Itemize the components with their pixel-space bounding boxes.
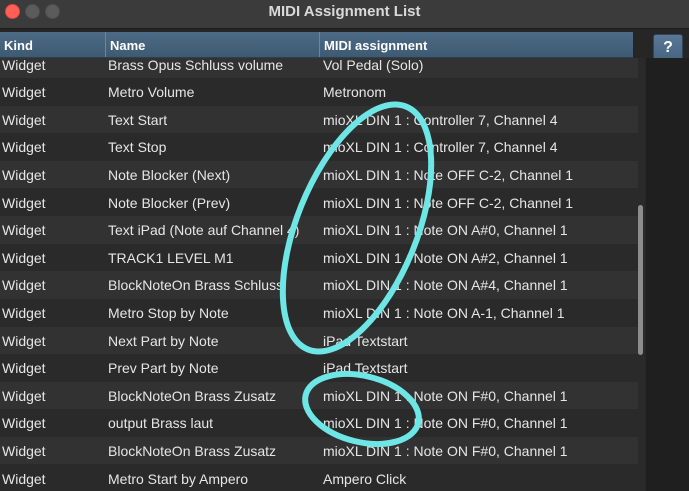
row-midi-assignment: mioXL DIN 1 : Note ON F#0, Channel 1 <box>323 415 568 432</box>
row-midi-assignment: mioXL DIN 1 : Note ON A-1, Channel 1 <box>323 304 565 321</box>
row-name: Metro Volume <box>108 84 195 101</box>
row-name: TRACK1 LEVEL M1 <box>108 249 234 266</box>
row-kind: Widget <box>2 139 46 156</box>
row-name: Brass Opus Schluss volume <box>108 58 284 73</box>
row-midi-assignment: mioXL DIN 1 : Note ON F#0, Channel 1 <box>323 387 568 404</box>
help-button[interactable]: ? <box>653 34 683 61</box>
row-name: Note Blocker (Next) <box>108 166 231 183</box>
row-midi-assignment: Ampero Click <box>323 470 407 487</box>
table-row[interactable]: Widget Text Start mioXL DIN 1 : Controller… <box>0 105 638 134</box>
table-row[interactable]: Widget Metro Volume Metronom <box>0 78 638 106</box>
row-name: Text Start <box>108 111 168 128</box>
row-name: Note Blocker (Prev) <box>108 194 231 211</box>
row-name: BlockNoteOn Brass Zusatz <box>108 387 277 404</box>
row-midi-assignment: mioXL DIN 1 : Controller 7, Channel 4 <box>323 139 558 156</box>
row-midi-assignment: iPad Textstart <box>323 360 408 377</box>
row-name: Metro Stop by Note <box>108 304 229 321</box>
row-midi-assignment: mioXL DIN 1 : Note ON A#2, Channel 1 <box>323 249 568 266</box>
scrollbar-thumb[interactable] <box>638 205 643 355</box>
row-name: output Brass laut <box>108 415 214 432</box>
table-row[interactable]: Widget Text Stop mioXL DIN 1 : Controller … <box>0 133 638 161</box>
table-row[interactable]: Widget BlockNoteOn Brass Zusatz mioXL DIN … <box>0 381 638 410</box>
table-row[interactable]: Widget output Brass laut mioXL DIN 1 : Not… <box>0 409 638 437</box>
row-midi-assignment: mioXL DIN 1 : Controller 7, Channel 4 <box>323 111 558 128</box>
row-kind: Widget <box>2 304 46 321</box>
row-kind: Widget <box>2 415 46 432</box>
row-name: Next Part by Note <box>108 332 219 349</box>
row-name: BlockNoteOn Brass Schluss <box>108 277 284 294</box>
column-header-midi[interactable]: MIDI assignment <box>320 32 633 57</box>
row-kind: Widget <box>2 332 46 349</box>
table-row[interactable]: Widget Prev Part by Note iPad Textstart <box>0 354 638 382</box>
row-midi-assignment: mioXL DIN 1 : Note OFF C-2, Channel 1 <box>323 194 574 211</box>
table-row[interactable]: Widget Brass Opus Schluss volume Vol Pedal… <box>0 58 638 79</box>
table-row[interactable]: Widget BlockNoteOn Brass Schluss mioXL DIN… <box>0 271 638 299</box>
assignment-table[interactable]: Widget Brass Opus Schluss volume Vol Pedal… <box>0 58 645 491</box>
table-row[interactable]: Widget Metro Stop by Note mioXL DIN 1 : No… <box>0 298 638 327</box>
table-row[interactable]: Widget Next Part by Note iPad Textstart <box>0 326 638 355</box>
row-midi-assignment: mioXL DIN 1 : Note ON A#0, Channel 1 <box>323 222 568 239</box>
row-kind: Widget <box>2 387 46 404</box>
row-midi-assignment: iPad Textstart <box>323 332 408 349</box>
table-header: Kind Name MIDI assignment <box>0 32 633 58</box>
window-title: MIDI Assignment List <box>268 3 421 20</box>
row-kind: Widget <box>2 277 46 294</box>
row-midi-assignment: mioXL DIN 1 : Note OFF C-2, Channel 1 <box>323 166 574 183</box>
row-kind: Widget <box>2 470 46 487</box>
row-name: Text Stop <box>108 139 167 156</box>
table-row[interactable]: Widget Text iPad (Note auf Channel 4) mioX… <box>0 216 638 244</box>
row-name: Prev Part by Note <box>108 360 219 377</box>
row-midi-assignment: mioXL DIN 1 : Note ON A#4, Channel 1 <box>323 277 568 294</box>
table-row[interactable]: Widget Note Blocker (Next) mioXL DIN 1 : N… <box>0 160 638 189</box>
table-row[interactable]: Widget Note Blocker (Prev) mioXL DIN 1 : N… <box>0 188 638 217</box>
column-header-kind[interactable]: Kind <box>0 32 106 57</box>
row-midi-assignment: mioXL DIN 1 : Note ON F#0, Channel 1 <box>323 442 568 459</box>
row-kind: Widget <box>2 249 46 266</box>
column-header-name[interactable]: Name <box>106 32 320 57</box>
side-panel <box>646 58 689 491</box>
row-name: Text iPad (Note auf Channel 4) <box>108 222 300 239</box>
table-row[interactable]: Widget BlockNoteOn Brass Zusatz mioXL DIN … <box>0 436 638 465</box>
row-kind: Widget <box>2 111 46 128</box>
row-kind: Widget <box>2 360 46 377</box>
row-name: Metro Start by Ampero <box>108 470 249 487</box>
table-row[interactable]: Widget Metro Start by Ampero Ampero Click <box>0 464 638 491</box>
table-row[interactable]: Widget TRACK1 LEVEL M1 mioXL DIN 1 : Note … <box>0 243 638 272</box>
row-name: BlockNoteOn Brass Zusatz <box>108 442 277 459</box>
row-kind: Widget <box>2 84 46 101</box>
row-midi-assignment: Metronom <box>323 84 387 101</box>
title-bar: MIDI Assignment List <box>0 0 689 29</box>
row-kind: Widget <box>2 166 46 183</box>
row-midi-assignment: Vol Pedal (Solo) <box>323 58 424 73</box>
row-kind: Widget <box>2 58 46 73</box>
row-kind: Widget <box>2 194 46 211</box>
row-kind: Widget <box>2 442 46 459</box>
row-kind: Widget <box>2 222 46 239</box>
